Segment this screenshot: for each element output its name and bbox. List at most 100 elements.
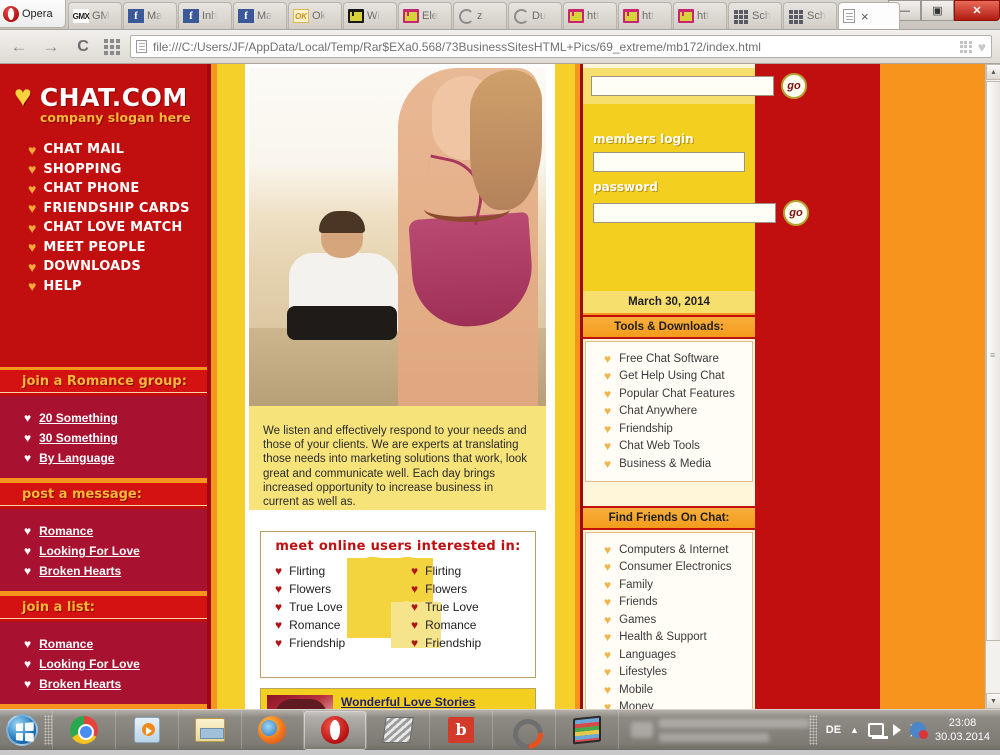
language-indicator[interactable]: DE bbox=[826, 724, 841, 736]
browser-tab[interactable]: Du bbox=[508, 2, 562, 29]
meet-interest-label: True Love bbox=[425, 600, 479, 614]
panel-link[interactable]: ♥ Free Chat Software bbox=[604, 350, 752, 368]
panel-link[interactable]: ♥ Friends bbox=[604, 594, 752, 612]
sidebar-link[interactable]: ♥ Broken Hearts bbox=[24, 561, 207, 581]
taskbar-item-media-player[interactable] bbox=[116, 711, 178, 750]
extensions-icon[interactable] bbox=[959, 40, 972, 53]
browser-tab[interactable]: htt bbox=[563, 2, 617, 29]
browser-tab[interactable]: Sch bbox=[783, 2, 837, 29]
login-go-button[interactable]: go bbox=[783, 200, 809, 226]
panel-link[interactable]: ♥ Popular Chat Features bbox=[604, 385, 752, 403]
story-hair bbox=[275, 699, 327, 709]
panel-link[interactable]: ♥ Get Help Using Chat bbox=[604, 368, 752, 386]
panel-link[interactable]: ♥ Friendship bbox=[604, 420, 752, 438]
panel-link[interactable]: ♥ Business & Media bbox=[604, 455, 752, 473]
scroll-up-arrow-icon[interactable]: ▲ bbox=[986, 64, 1000, 80]
browser-tab[interactable]: Ele bbox=[398, 2, 452, 29]
heart-bullet-icon: ♥ bbox=[275, 618, 283, 632]
taskbar-grip[interactable] bbox=[43, 715, 52, 745]
mainnav-item[interactable]: ♥ CHAT MAIL bbox=[28, 140, 203, 160]
browser-tab[interactable]: htt bbox=[618, 2, 672, 29]
panel-link[interactable]: ♥ Family bbox=[604, 576, 752, 594]
clock[interactable]: 23:08 30.03.2014 bbox=[935, 716, 994, 744]
browser-tab[interactable]: f Ma bbox=[123, 2, 177, 29]
heart-bullet-icon: ♥ bbox=[411, 618, 419, 632]
browser-tab[interactable]: GMX GM bbox=[68, 2, 122, 29]
ok-icon: OK bbox=[293, 9, 309, 23]
opera-menu-button[interactable]: Opera bbox=[0, 0, 66, 28]
mainnav-item[interactable]: ♥ CHAT LOVE MATCH bbox=[28, 218, 203, 238]
maximize-button[interactable]: ▣ bbox=[921, 0, 954, 21]
browser-tab[interactable]: OK Ok bbox=[288, 2, 342, 29]
scrollbar-thumb[interactable] bbox=[986, 81, 1000, 641]
panel-link[interactable]: ♥ Computers & Internet bbox=[604, 541, 752, 559]
close-window-button[interactable]: ✕ bbox=[954, 0, 1000, 21]
sidebar-link[interactable]: ♥ Romance bbox=[24, 634, 207, 654]
panel-link[interactable]: ♥ Chat Anywhere bbox=[604, 403, 752, 421]
taskbar-item-chrome[interactable] bbox=[53, 711, 115, 750]
mainnav-item[interactable]: ♥ MEET PEOPLE bbox=[28, 238, 203, 258]
taskbar-window-button[interactable] bbox=[619, 718, 809, 742]
browser-tab[interactable]: f Inh bbox=[178, 2, 232, 29]
sidebar-link[interactable]: ♥ Romance bbox=[24, 521, 207, 541]
browser-tab[interactable]: Sch bbox=[728, 2, 782, 29]
site-logo[interactable]: ♥ CHAT.COM bbox=[14, 82, 188, 112]
meet-interests-left: ♥ Flirting ♥ Flowers ♥ True Love ♥ Romance ♥ Frie… bbox=[275, 562, 385, 652]
mainnav-item[interactable]: ♥ SHOPPING bbox=[28, 160, 203, 180]
panel-link[interactable]: ♥ Lifestyles bbox=[604, 664, 752, 682]
bookmark-heart-icon[interactable]: ♥ bbox=[978, 39, 986, 55]
page-viewport: ♥ CHAT.COM company slogan here ♥ CHAT MAI… bbox=[0, 64, 1000, 709]
love-story-title-link[interactable]: Wonderful Love Stories bbox=[341, 695, 529, 709]
close-tab-icon[interactable]: × bbox=[861, 10, 869, 23]
scroll-down-arrow-icon[interactable]: ▼ bbox=[986, 693, 1000, 709]
sidebar-link[interactable]: ♥ Broken Hearts bbox=[24, 674, 207, 694]
taskbar-item-opera[interactable] bbox=[304, 710, 367, 750]
mainnav-item[interactable]: ♥ DOWNLOADS bbox=[28, 257, 203, 277]
network-icon[interactable] bbox=[867, 723, 888, 739]
taskbar-item-winrar[interactable] bbox=[556, 711, 618, 750]
taskbar-item-paint[interactable] bbox=[367, 711, 429, 750]
panel-link[interactable]: ♥ Health & Support bbox=[604, 629, 752, 647]
sidebar-link-label: Looking For Love bbox=[39, 657, 140, 671]
mainnav-item[interactable]: ♥ FRIENDSHIP CARDS bbox=[28, 199, 203, 219]
sidebar-link[interactable]: ♥ Looking For Love bbox=[24, 541, 207, 561]
sidebar-link[interactable]: ♥ By Language bbox=[24, 448, 207, 468]
search-go-button[interactable]: go bbox=[781, 73, 807, 99]
browser-tab[interactable]: × bbox=[838, 2, 900, 29]
browser-tab[interactable]: htt bbox=[673, 2, 727, 29]
taskbar-item-bing[interactable]: b bbox=[430, 711, 492, 750]
panel-link[interactable]: ♥ Games bbox=[604, 611, 752, 629]
panel-link[interactable]: ♥ Consumer Electronics bbox=[604, 559, 752, 577]
action-center-icon[interactable] bbox=[909, 722, 928, 739]
taskbar-item-defrag[interactable] bbox=[493, 711, 555, 750]
search-input[interactable] bbox=[591, 76, 774, 96]
address-bar[interactable]: file:///C:/Users/JF/AppData/Local/Temp/R… bbox=[130, 35, 992, 58]
panel-link[interactable]: ♥ Mobile bbox=[604, 681, 752, 699]
panel-link[interactable]: ♥ Money bbox=[604, 699, 752, 709]
speed-dial-icon[interactable] bbox=[104, 38, 120, 55]
taskbar-item-explorer[interactable] bbox=[179, 711, 241, 750]
panel-link[interactable]: ♥ Languages bbox=[604, 646, 752, 664]
forward-icon[interactable]: → bbox=[40, 37, 62, 57]
heart-bullet-icon: ♥ bbox=[604, 595, 612, 610]
window-controls: — ▣ ✕ bbox=[888, 0, 1000, 22]
browser-tab[interactable]: Wi bbox=[343, 2, 397, 29]
username-input[interactable] bbox=[593, 152, 745, 172]
sidebar-link[interactable]: ♥ 30 Something bbox=[24, 428, 207, 448]
sidebar-link[interactable]: ♥ Looking For Love bbox=[24, 654, 207, 674]
start-button[interactable] bbox=[0, 710, 44, 751]
show-hidden-icons-icon[interactable]: ▲ bbox=[850, 725, 859, 735]
page-scrollbar[interactable]: ▲ ▼ bbox=[985, 64, 1000, 709]
taskbar-item-firefox[interactable] bbox=[242, 711, 304, 750]
panel-link[interactable]: ♥ Chat Web Tools bbox=[604, 438, 752, 456]
sidebar-link[interactable]: ♥ 20 Something bbox=[24, 408, 207, 428]
browser-tab[interactable]: f Ma bbox=[233, 2, 287, 29]
back-icon[interactable]: ← bbox=[8, 37, 30, 57]
volume-icon[interactable] bbox=[892, 722, 914, 737]
browser-tab[interactable]: z bbox=[453, 2, 507, 29]
mainnav-item[interactable]: ♥ HELP bbox=[28, 277, 203, 297]
reload-icon[interactable]: C bbox=[72, 38, 94, 56]
mainnav-item[interactable]: ♥ CHAT PHONE bbox=[28, 179, 203, 199]
tray-grip[interactable] bbox=[808, 715, 817, 745]
password-input[interactable] bbox=[593, 203, 776, 223]
